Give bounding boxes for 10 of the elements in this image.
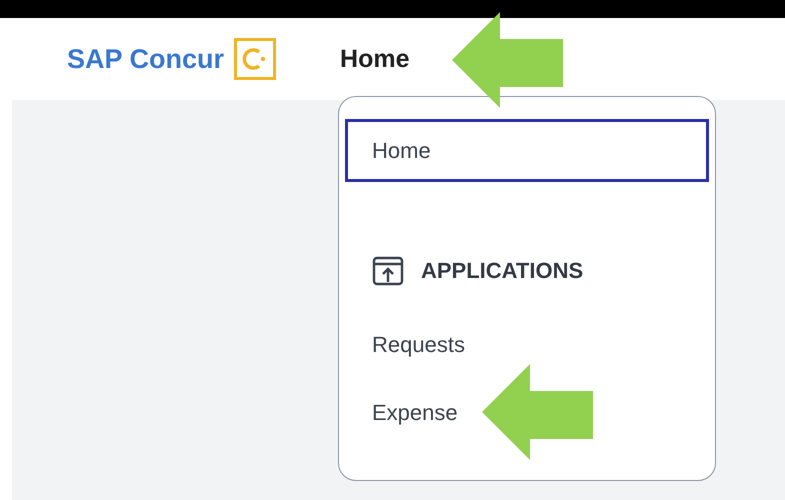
menu-item[interactable]: Expense [345, 385, 709, 441]
arrow-icon [482, 364, 593, 460]
home-nav-link[interactable]: Home [340, 44, 410, 74]
menu-item[interactable]: Requests [345, 317, 709, 373]
arrow-icon [452, 12, 563, 108]
section-heading: APPLICATIONS [421, 258, 584, 284]
applications-icon [372, 255, 404, 287]
logo-icon [234, 38, 276, 80]
brand-name[interactable]: SAP Concur [67, 44, 224, 74]
menu-item[interactable]: Home [345, 119, 709, 182]
